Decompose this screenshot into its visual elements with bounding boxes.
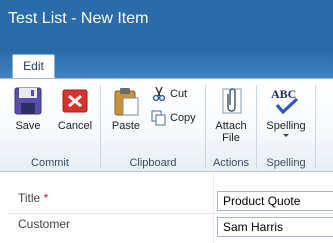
save-label: Save (15, 120, 41, 132)
paste-button[interactable]: Paste (107, 85, 145, 132)
attach-label-line1: Attach (215, 120, 247, 132)
form-row-customer: Customer (0, 215, 333, 241)
clipboard-group-label: Clipboard (129, 157, 177, 169)
cancel-label: Cancel (57, 120, 93, 132)
ribbon: Save Cancel Commit Paste Cut Copy Clipbo… (0, 78, 333, 172)
paste-icon (110, 85, 142, 117)
spelling-button[interactable]: ABC Spelling (262, 85, 310, 137)
title-field-label: Title * (18, 191, 48, 205)
commit-group: Save Cancel Commit (0, 79, 100, 171)
copy-button[interactable]: Copy (151, 109, 196, 127)
ribbon-tab-strip: Edit (0, 48, 333, 79)
spelling-group: ABC Spelling Spelling (257, 79, 315, 171)
chevron-down-icon (283, 134, 289, 137)
row-divider (8, 213, 333, 214)
title-input[interactable] (217, 191, 333, 211)
form-row-title: Title * (0, 187, 333, 213)
spelling-label: Spelling (266, 120, 306, 132)
customer-field-label: Customer (18, 217, 71, 231)
window-title-bar: Test List - New Item (0, 0, 333, 48)
commit-group-label: Commit (31, 157, 69, 169)
scissors-icon (151, 86, 167, 102)
cancel-icon (59, 85, 91, 117)
cancel-button[interactable]: Cancel (55, 85, 95, 132)
save-icon (12, 85, 44, 117)
customer-input[interactable] (217, 217, 333, 237)
title-label-text: Title (18, 191, 41, 205)
paste-label: Paste (111, 120, 141, 132)
window-title: Test List - New Item (8, 10, 149, 27)
spell-check-icon: ABC (270, 85, 302, 117)
tab-edit[interactable]: Edit (12, 54, 55, 79)
cut-label: Cut (170, 88, 188, 100)
attach-file-button[interactable]: Attach File (211, 85, 251, 144)
copy-label: Copy (170, 112, 196, 124)
required-marker: * (43, 191, 49, 205)
cut-button[interactable]: Cut (151, 85, 187, 103)
paperclip-icon (215, 85, 247, 117)
actions-group-label: Actions (212, 157, 250, 169)
attach-label-line2: File (222, 132, 240, 144)
save-button[interactable]: Save (10, 85, 46, 132)
actions-group: Attach File Actions (206, 79, 256, 171)
copy-icon (151, 110, 167, 126)
spelling-group-label: Spelling (266, 157, 306, 169)
group-separator (315, 85, 316, 169)
item-form: Title * Customer (0, 173, 333, 243)
clipboard-group: Paste Cut Copy Clipboard (101, 79, 205, 171)
svg-text:ABC: ABC (271, 87, 296, 101)
